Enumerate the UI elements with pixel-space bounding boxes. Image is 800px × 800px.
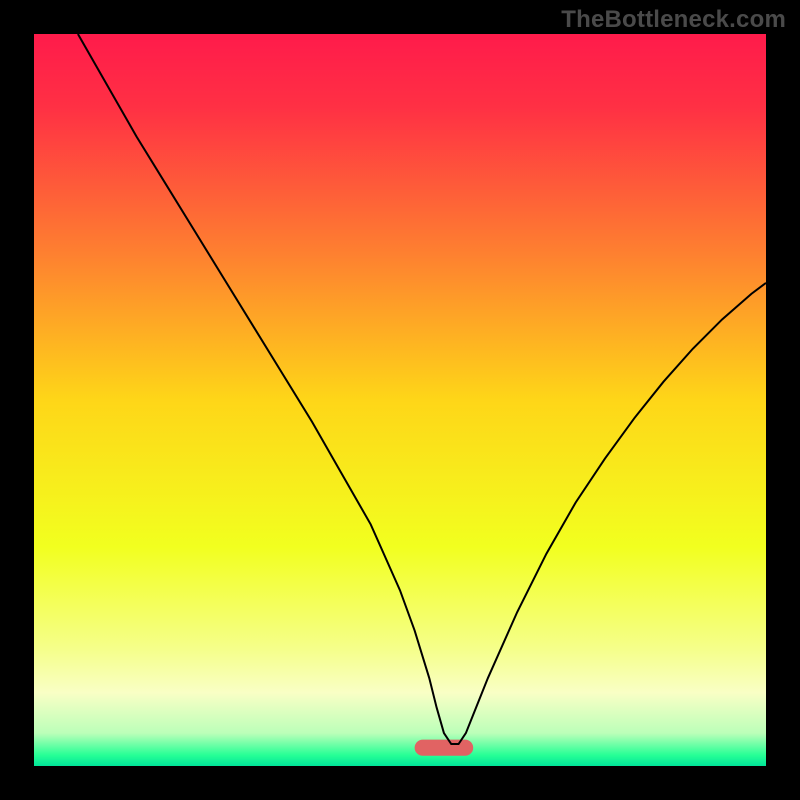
plot-area	[34, 34, 766, 766]
bottleneck-marker	[415, 740, 474, 756]
watermark-text: TheBottleneck.com	[561, 6, 786, 34]
chart-frame: TheBottleneck.com	[0, 0, 800, 800]
chart-svg	[34, 34, 766, 766]
chart-background	[34, 34, 766, 766]
